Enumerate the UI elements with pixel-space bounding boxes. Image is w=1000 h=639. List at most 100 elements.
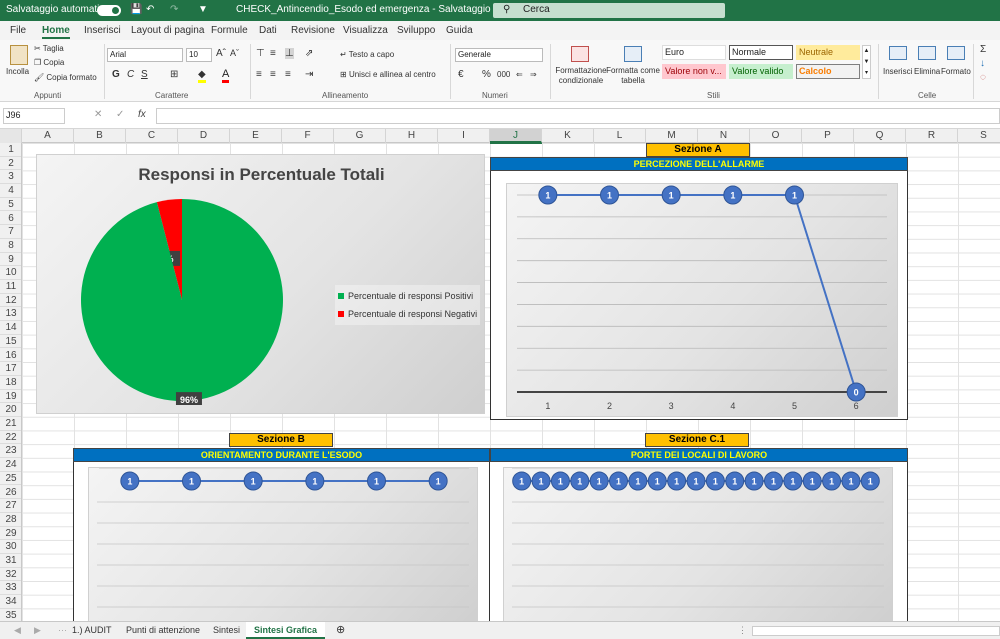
horizontal-scrollbar[interactable] xyxy=(752,626,1000,636)
name-box[interactable]: J96 xyxy=(3,108,65,124)
column-header-R[interactable]: R xyxy=(906,129,958,143)
increase-decimal-icon[interactable]: ⇐ xyxy=(516,70,523,79)
row-header-11[interactable]: 11 xyxy=(0,280,21,294)
row-header-33[interactable]: 33 xyxy=(0,581,21,596)
tab-insert[interactable]: Inserisci xyxy=(84,25,121,36)
conditional-format-button[interactable]: Formattazione condizionale xyxy=(555,66,607,86)
data-point[interactable]: 1 xyxy=(860,471,880,491)
autosave-toggle[interactable] xyxy=(97,5,121,16)
enter-icon[interactable]: ✓ xyxy=(116,109,124,120)
row-header-9[interactable]: 9 xyxy=(0,253,21,267)
style-valore-non-valido[interactable]: Valore non v... xyxy=(662,64,726,79)
decrease-decimal-icon[interactable]: ⇒ xyxy=(530,70,537,79)
copy-button[interactable]: ❐ Copia xyxy=(34,58,64,67)
row-header-21[interactable]: 21 xyxy=(0,417,21,431)
data-point[interactable]: 1 xyxy=(182,471,201,491)
column-header-A[interactable]: A xyxy=(22,129,74,143)
undo-icon[interactable]: ↶ xyxy=(146,4,154,15)
row-header-27[interactable]: 27 xyxy=(0,499,21,513)
row-header-7[interactable]: 7 xyxy=(0,225,21,239)
add-sheet-icon[interactable]: ⊕ xyxy=(336,623,345,636)
hscroll-options-icon[interactable]: ⋮ xyxy=(738,625,747,636)
tab-help[interactable]: Guida xyxy=(446,25,473,36)
align-top-icon[interactable]: ⊤ xyxy=(256,48,265,59)
data-point[interactable]: 1 xyxy=(744,471,764,491)
data-point[interactable]: 1 xyxy=(428,471,448,491)
font-name-select[interactable]: Arial xyxy=(107,48,183,62)
bold-button[interactable]: G xyxy=(112,69,120,80)
format-cells-button[interactable]: Formato xyxy=(941,67,971,76)
column-header-K[interactable]: K xyxy=(542,129,594,143)
tab-review[interactable]: Revisione xyxy=(291,25,335,36)
pie-chart[interactable]: Responsi in Percentuale Totali 4%96% Per… xyxy=(36,154,485,414)
column-header-S[interactable]: S xyxy=(958,129,1000,143)
row-header-25[interactable]: 25 xyxy=(0,472,21,486)
fill-icon[interactable]: ↓ xyxy=(980,58,985,69)
format-painter-button[interactable]: 🖌 Copia formato xyxy=(34,73,97,82)
align-bottom-icon[interactable]: ⊥ xyxy=(285,48,294,59)
row-header-17[interactable]: 17 xyxy=(0,362,21,376)
row-header-30[interactable]: 30 xyxy=(0,540,21,554)
row-header-23[interactable]: 23 xyxy=(0,444,21,459)
more-sheets-icon[interactable]: ⋯ xyxy=(58,625,67,636)
row-header-28[interactable]: 28 xyxy=(0,513,21,527)
tab-developer[interactable]: Sviluppo xyxy=(397,25,435,36)
column-header-B[interactable]: B xyxy=(74,129,126,143)
autosum-icon[interactable]: Σ xyxy=(980,44,986,55)
row-header-1[interactable]: 1 xyxy=(0,143,21,157)
data-point[interactable]: 0 xyxy=(846,382,866,402)
percent-format-icon[interactable]: % xyxy=(482,69,491,80)
column-header-Q[interactable]: Q xyxy=(854,129,906,143)
accounting-format-icon[interactable]: € xyxy=(458,69,464,80)
data-point[interactable]: 1 xyxy=(723,185,743,205)
tab-formulas[interactable]: Formule xyxy=(211,25,248,36)
row-header-16[interactable]: 16 xyxy=(0,349,21,363)
data-point[interactable]: 1 xyxy=(763,471,783,491)
data-point[interactable]: 1 xyxy=(647,471,667,491)
column-header-G[interactable]: G xyxy=(334,129,386,143)
grow-font-icon[interactable]: Aˆ xyxy=(216,48,226,59)
tab-page-layout[interactable]: Layout di pagina xyxy=(131,25,204,36)
font-color-icon[interactable]: A xyxy=(222,68,230,83)
delete-cells-button[interactable]: Elimina xyxy=(914,67,940,76)
wrap-text-button[interactable]: ↵ Testo a capo xyxy=(340,50,394,59)
tab-home[interactable]: Home xyxy=(42,25,70,39)
number-format-select[interactable]: Generale xyxy=(455,48,543,62)
style-calcolo[interactable]: Calcolo xyxy=(796,64,860,79)
align-left-icon[interactable]: ≡ xyxy=(256,69,262,80)
font-size-select[interactable]: 10 xyxy=(186,48,212,62)
row-header-3[interactable]: 3 xyxy=(0,170,21,185)
paste-icon[interactable] xyxy=(10,45,28,65)
pie-slice-positive[interactable] xyxy=(80,199,283,401)
column-header-M[interactable]: M xyxy=(646,129,698,143)
data-point[interactable]: 1 xyxy=(705,471,725,491)
shrink-font-icon[interactable]: Aˇ xyxy=(230,48,239,58)
row-header-5[interactable]: 5 xyxy=(0,198,21,212)
styles-scroll[interactable]: ▲ ▼ ▾ xyxy=(862,45,871,79)
merge-center-button[interactable]: ⊞ Unisci e allinea al centro xyxy=(340,70,436,79)
row-header-13[interactable]: 13 xyxy=(0,307,21,322)
data-point[interactable]: 1 xyxy=(531,471,551,491)
row-header-22[interactable]: 22 xyxy=(0,431,21,445)
worksheet-grid[interactable]: Responsi in Percentuale Totali 4%96% Per… xyxy=(22,143,1000,621)
comma-format-icon[interactable]: 000 xyxy=(497,70,510,79)
sheet-tab-audit[interactable]: 1.) AUDIT xyxy=(72,625,112,635)
chart-section-b[interactable]: 1 1 1 1 1 1 xyxy=(88,467,478,621)
data-point[interactable]: 1 xyxy=(661,185,681,205)
column-header-E[interactable]: E xyxy=(230,129,282,143)
data-point[interactable]: 1 xyxy=(570,471,590,491)
format-table-button[interactable]: Formatta come tabella xyxy=(606,66,660,86)
row-header-15[interactable]: 15 xyxy=(0,335,21,349)
search-box[interactable]: ⚲ Cerca xyxy=(493,3,725,18)
column-header-L[interactable]: L xyxy=(594,129,646,143)
column-header-C[interactable]: C xyxy=(126,129,178,143)
data-point[interactable]: 1 xyxy=(305,471,325,491)
data-point[interactable]: 1 xyxy=(367,471,386,491)
align-middle-icon[interactable]: ≡ xyxy=(270,48,276,59)
column-header-I[interactable]: I xyxy=(438,129,490,143)
column-header-N[interactable]: N xyxy=(698,129,750,143)
align-center-icon[interactable]: ≡ xyxy=(270,69,276,80)
style-valore-valido[interactable]: Valore valido xyxy=(729,64,793,79)
column-header-O[interactable]: O xyxy=(750,129,802,143)
sheet-tab-sintesi[interactable]: Sintesi xyxy=(213,625,240,635)
